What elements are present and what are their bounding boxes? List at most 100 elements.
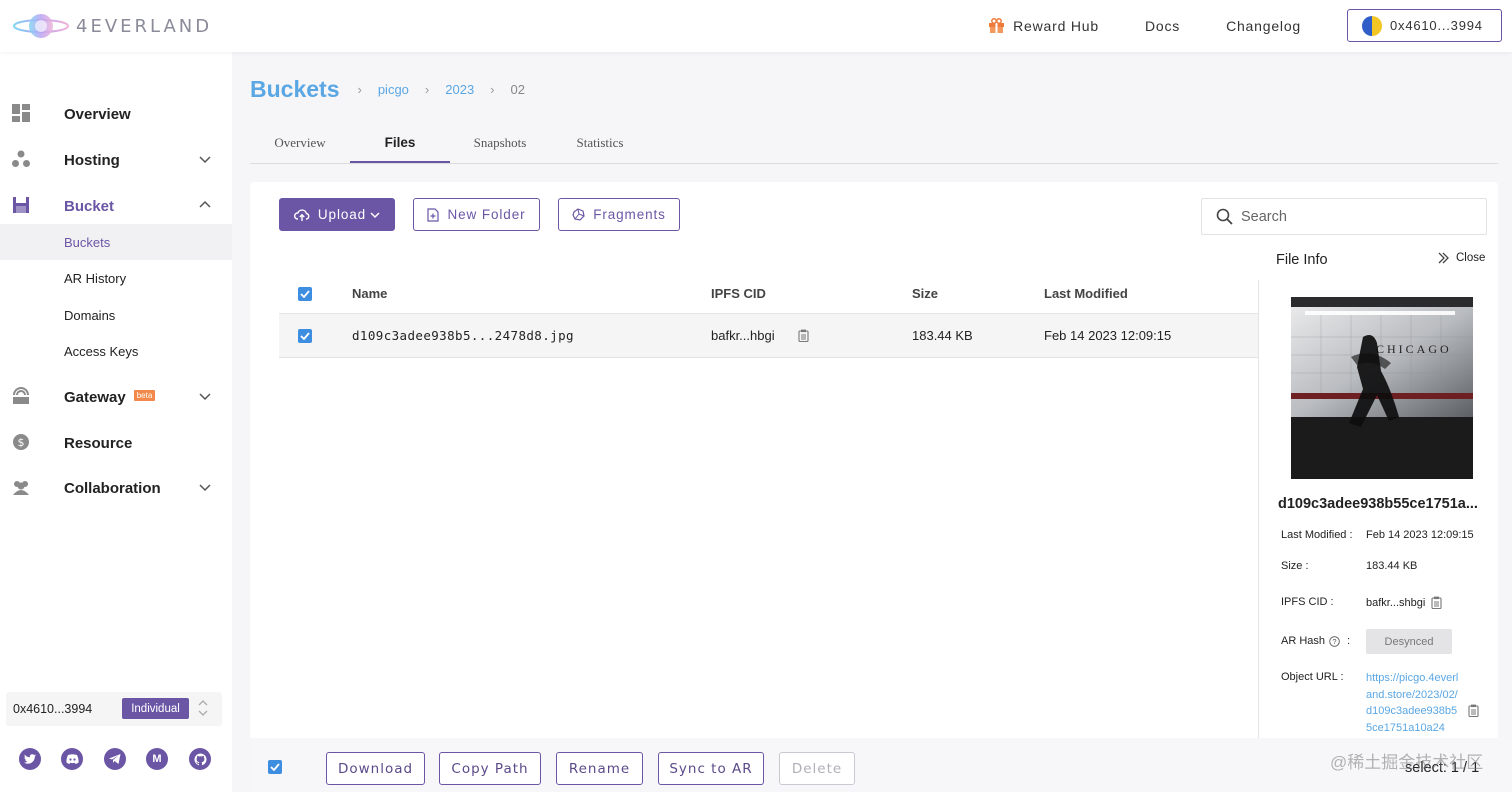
resource-icon: $	[13, 434, 29, 450]
upload-label: Upload	[317, 207, 367, 222]
sidebar-item-bucket[interactable]: Bucket	[0, 186, 232, 226]
close-file-info-button[interactable]: Close	[1438, 252, 1485, 264]
search-box[interactable]	[1201, 198, 1487, 235]
sidebar-item-overview[interactable]: Overview	[0, 94, 232, 134]
changelog-link[interactable]: Changelog	[1226, 18, 1301, 34]
sync-to-ar-button[interactable]: Sync to AR	[658, 752, 764, 785]
checkbox-checked-icon	[298, 328, 312, 343]
panel-divider	[1258, 280, 1259, 740]
copy-icon[interactable]	[1431, 596, 1442, 609]
copy-icon[interactable]	[798, 314, 809, 357]
docs-link[interactable]: Docs	[1145, 18, 1180, 34]
close-label: Close	[1456, 252, 1486, 264]
telegram-icon[interactable]	[104, 748, 126, 770]
sidebar-item-resource[interactable]: $ Resource	[0, 423, 232, 463]
breadcrumb-02: 02	[510, 81, 525, 97]
chevron-right-icon: ›	[424, 81, 430, 97]
object-url-link[interactable]: https://picgo.4everland.store/2023/02/d1…	[1366, 670, 1462, 736]
file-info-filename: d109c3adee938b55ce1751a...	[1278, 496, 1478, 512]
sidebar-item-gateway[interactable]: Gateway beta	[0, 377, 232, 417]
reward-hub-label: Reward Hub	[1013, 17, 1099, 34]
sidebar-sub-access-keys[interactable]: Access Keys	[0, 333, 232, 369]
sidebar-sub-domains[interactable]: Domains	[0, 297, 232, 333]
top-bar: 4EVERLAND Reward Hub Docs Changelog 0x46…	[0, 0, 1512, 52]
svg-text:$: $	[18, 436, 25, 449]
search-icon	[1216, 208, 1233, 225]
sidebar-sub-ar-history[interactable]: AR History	[0, 260, 232, 296]
account-switcher[interactable]: 0x4610...3994 Individual	[6, 692, 222, 726]
ar-hash-label: AR Hash ? :	[1281, 635, 1350, 647]
discord-icon[interactable]	[61, 748, 83, 770]
sidebar: Overview Hosting Bucket Buckets AR Histo…	[0, 52, 232, 792]
logo[interactable]: 4EVERLAND	[12, 10, 212, 42]
chevron-right-icon: ›	[490, 81, 495, 97]
double-chevron-right-icon	[1438, 252, 1449, 264]
checkbox-checked-icon	[298, 286, 312, 301]
download-button[interactable]: Download	[326, 752, 425, 785]
logo-text: 4EVERLAND	[76, 15, 213, 37]
column-header-modified[interactable]: Last Modified	[1044, 274, 1128, 313]
table-row[interactable]: d109c3adee938b5...2478d8.jpg bafkr...hbg…	[279, 314, 1259, 358]
sidebar-item-label: Bucket	[64, 197, 115, 215]
page-title[interactable]: Buckets	[250, 76, 339, 103]
delete-button[interactable]: Delete	[779, 752, 855, 785]
top-nav: Reward Hub Docs Changelog 0x4610...3994	[988, 9, 1502, 42]
logo-icon	[13, 14, 69, 38]
reward-hub-link[interactable]: Reward Hub	[988, 17, 1099, 34]
fragments-label: Fragments	[593, 207, 666, 222]
size-value: 183.44 KB	[1366, 560, 1418, 572]
new-folder-button[interactable]: New Folder	[413, 198, 540, 231]
file-info-title: File Info	[1276, 252, 1328, 268]
help-icon[interactable]: ?	[1329, 635, 1340, 647]
tab-statistics[interactable]: Statistics	[550, 128, 650, 163]
new-folder-label: New Folder	[447, 207, 526, 222]
breadcrumb-2023[interactable]: 2023	[445, 82, 474, 97]
tab-snapshots[interactable]: Snapshots	[450, 128, 550, 163]
new-file-icon	[427, 207, 440, 222]
collaboration-icon	[13, 481, 29, 495]
sidebar-sub-buckets[interactable]: Buckets	[0, 224, 232, 260]
hosting-icon	[12, 150, 30, 167]
github-icon[interactable]	[189, 748, 211, 770]
file-cid: bafkr...hbgi	[711, 328, 775, 343]
chevron-up-icon	[199, 200, 211, 208]
gateway-icon	[13, 387, 29, 404]
sidebar-item-label: Collaboration	[64, 479, 161, 497]
tab-overview[interactable]: Overview	[250, 128, 350, 163]
copy-icon[interactable]	[1468, 704, 1479, 717]
twitter-icon[interactable]	[19, 748, 41, 770]
sidebar-item-hosting[interactable]: Hosting	[0, 140, 232, 180]
sidebar-item-label: Overview	[64, 105, 131, 123]
sidebar-item-collaboration[interactable]: Collaboration	[0, 468, 232, 508]
breadcrumb-picgo[interactable]: picgo	[378, 82, 409, 97]
wallet-avatar	[1362, 15, 1382, 36]
select-all-checkbox[interactable]	[298, 274, 312, 313]
ipfs-cid-row: bafkr...shbgi	[1366, 596, 1442, 609]
search-input[interactable]	[1241, 208, 1471, 225]
checkbox-checked-icon	[268, 760, 282, 774]
column-header-size[interactable]: Size	[912, 274, 938, 313]
file-name[interactable]: d109c3adee938b5...2478d8.jpg	[352, 314, 574, 357]
bulk-select-checkbox[interactable]	[268, 760, 282, 774]
size-label: Size :	[1281, 560, 1309, 572]
bulk-action-bar: Download Copy Path Rename Sync to AR Del…	[250, 738, 1512, 792]
row-checkbox[interactable]	[298, 314, 312, 357]
tab-files[interactable]: Files	[350, 128, 450, 163]
social-links: M	[0, 748, 232, 772]
sidebar-item-label: Gateway beta	[64, 388, 156, 406]
upload-button[interactable]: Upload	[279, 198, 395, 231]
dashboard-icon	[12, 104, 30, 122]
ar-status-badge: Desynced	[1366, 629, 1452, 654]
rename-button[interactable]: Rename	[556, 752, 643, 785]
copy-path-button[interactable]: Copy Path	[439, 752, 541, 785]
fragments-button[interactable]: Fragments	[558, 198, 680, 231]
bucket-icon	[13, 197, 29, 213]
wallet-button[interactable]: 0x4610...3994	[1347, 9, 1502, 42]
object-url-label: Object URL :	[1281, 671, 1344, 683]
column-header-name[interactable]: Name	[352, 274, 387, 313]
medium-icon[interactable]: M	[146, 748, 168, 770]
chevron-down-icon	[370, 211, 380, 218]
sidebar-item-label: Hosting	[64, 151, 120, 169]
gateway-label: Gateway	[64, 388, 126, 406]
chevron-down-icon	[199, 393, 211, 401]
